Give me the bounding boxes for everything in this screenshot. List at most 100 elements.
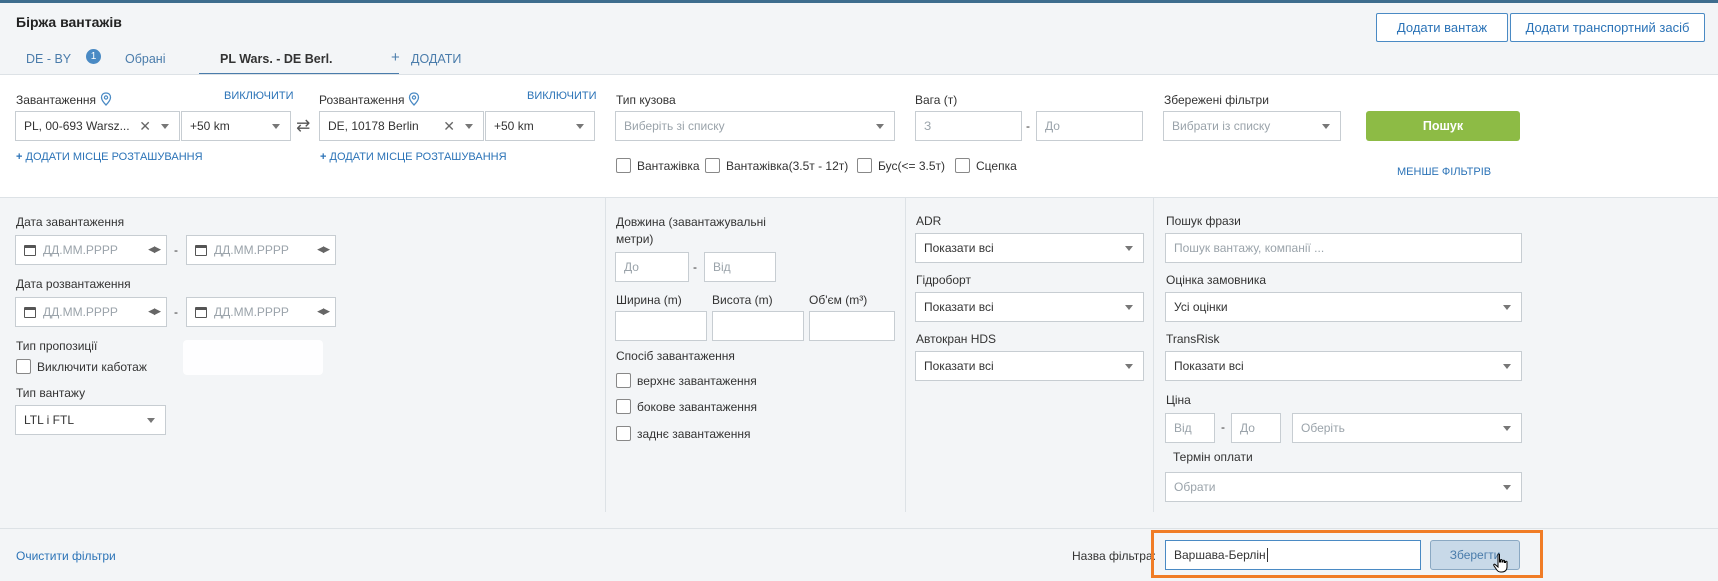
loading-radius-select[interactable]: +50 km <box>181 111 291 141</box>
body-type-truck-option[interactable]: Вантажівка <box>616 158 700 173</box>
unloading-date-to[interactable]: ДД.ММ.РРРР ◀▶ <box>186 297 336 327</box>
checkbox-label: Вантажівка(3.5т - 12т) <box>726 158 849 173</box>
body-type-coupling-option[interactable]: Сцепка <box>955 158 1017 173</box>
adr-value: Показати всі <box>924 241 994 255</box>
unloading-add-location-label: ДОДАТИ МІСЦЕ РОЗТАШУВАННЯ <box>329 151 507 163</box>
length-from-placeholder: До <box>624 260 639 274</box>
phrase-label: Пошук фрази <box>1166 214 1241 228</box>
exclude-cabotage-option[interactable]: Виключити каботаж <box>16 359 147 374</box>
stepper-arrows-icon[interactable]: ◀▶ <box>148 244 161 255</box>
checkbox-label: Виключити каботаж <box>37 359 147 374</box>
volume-input[interactable] <box>809 311 895 341</box>
loading-label: Завантаження <box>16 93 96 107</box>
checkbox[interactable] <box>616 426 631 441</box>
add-vehicle-button[interactable]: Додати транспортний засіб <box>1510 13 1705 42</box>
unloading-radius-select[interactable]: +50 km <box>485 111 595 141</box>
currency-select[interactable]: Оберіть <box>1292 413 1522 443</box>
chevron-down-icon <box>1125 364 1133 369</box>
chevron-down-icon <box>876 124 884 129</box>
side-loading-option[interactable]: бокове завантаження <box>616 399 757 414</box>
body-type-select[interactable]: Виберіть зі списку <box>615 111 895 141</box>
checkbox[interactable] <box>857 158 872 173</box>
price-from-input[interactable]: Від <box>1165 413 1215 443</box>
checkbox[interactable] <box>616 399 631 414</box>
date-placeholder: ДД.ММ.РРРР <box>43 305 118 319</box>
location-pin-icon <box>100 92 112 109</box>
unloading-location-field[interactable]: DE, 10178 Berlin ✕ <box>319 111 484 141</box>
length-to-input[interactable]: Від <box>704 252 776 282</box>
checkbox[interactable] <box>616 373 631 388</box>
height-input[interactable] <box>712 311 804 341</box>
unloading-add-location-link[interactable]: + ДОДАТИ МІСЦЕ РОЗТАШУВАННЯ <box>320 151 507 163</box>
checkbox[interactable] <box>616 158 631 173</box>
checkbox-label: верхнє завантаження <box>637 373 757 388</box>
width-input[interactable] <box>615 311 707 341</box>
column-divider <box>1153 198 1154 512</box>
phrase-search-input[interactable]: Пошук вантажу, компанії ... <box>1165 233 1522 263</box>
tail-lift-select[interactable]: Показати всі <box>915 292 1144 322</box>
transrisk-select[interactable]: Показати всі <box>1165 351 1522 381</box>
stepper-arrows-icon[interactable]: ◀▶ <box>317 244 330 255</box>
clear-icon[interactable]: ✕ <box>443 118 455 135</box>
swap-icon[interactable]: ⇄ <box>296 116 310 136</box>
unloading-date-from[interactable]: ДД.ММ.РРРР ◀▶ <box>15 297 167 327</box>
unloading-location-value: DE, 10178 Berlin <box>328 119 419 133</box>
chevron-down-icon <box>1503 305 1511 310</box>
date-placeholder: ДД.ММ.РРРР <box>214 243 289 257</box>
tab-pl-de[interactable]: PL Wars. - DE Berl. <box>220 52 333 66</box>
chevron-down-icon <box>1503 485 1511 490</box>
top-loading-option[interactable]: верхнє завантаження <box>616 373 757 388</box>
length-from-input[interactable]: До <box>615 252 689 282</box>
weight-from-placeholder: З <box>924 119 932 133</box>
plus-icon: + <box>320 151 327 163</box>
chevron-down-icon <box>272 124 280 129</box>
weight-to-input[interactable]: До <box>1036 111 1143 141</box>
weight-from-input[interactable]: З <box>915 111 1022 141</box>
unloading-label: Розвантаження <box>319 93 405 107</box>
tab-favorites[interactable]: Обрані <box>125 52 165 66</box>
search-button[interactable]: Пошук <box>1366 111 1520 141</box>
fewer-filters-link[interactable]: МЕНШЕ ФІЛЬТРІВ <box>1397 166 1491 178</box>
blurred-area <box>183 340 323 375</box>
rating-select[interactable]: Усі оцінки <box>1165 292 1522 322</box>
checkbox[interactable] <box>705 158 720 173</box>
date-placeholder: ДД.ММ.РРРР <box>43 243 118 257</box>
tab-de-by[interactable]: DE - BY <box>26 52 71 66</box>
chevron-down-icon <box>147 418 155 423</box>
unloading-exclude-link[interactable]: ВИКЛЮЧИТИ <box>527 90 596 102</box>
clear-filters-link[interactable]: Очистити фільтри <box>16 549 116 563</box>
loading-date-to[interactable]: ДД.ММ.РРРР ◀▶ <box>186 235 336 265</box>
crane-select[interactable]: Показати всі <box>915 351 1144 381</box>
cargo-type-select[interactable]: LTL і FTL <box>15 405 166 435</box>
payment-term-value: Обрати <box>1174 480 1216 494</box>
cargo-type-label: Тип вантажу <box>16 386 86 400</box>
price-to-input[interactable]: До <box>1231 413 1281 443</box>
add-cargo-button[interactable]: Додати вантаж <box>1376 13 1508 42</box>
cargo-type-value: LTL і FTL <box>24 413 75 427</box>
loading-method-label: Спосіб завантаження <box>616 349 735 363</box>
checkbox[interactable] <box>955 158 970 173</box>
payment-term-select[interactable]: Обрати <box>1165 472 1522 502</box>
plus-icon[interactable]: + <box>391 49 400 66</box>
chevron-down-icon <box>1125 246 1133 251</box>
range-dash: - <box>174 243 178 257</box>
loading-exclude-link[interactable]: ВИКЛЮЧИТИ <box>224 90 293 102</box>
clear-icon[interactable]: ✕ <box>139 118 151 135</box>
tail-lift-value: Показати всі <box>924 300 994 314</box>
loading-location-field[interactable]: PL, 00-693 Warsz... ✕ <box>15 111 180 141</box>
adr-select[interactable]: Показати всі <box>915 233 1144 263</box>
loading-date-from[interactable]: ДД.ММ.РРРР ◀▶ <box>15 235 167 265</box>
rating-label: Оцінка замовника <box>1166 273 1267 287</box>
crane-value: Показати всі <box>924 359 994 373</box>
body-type-truck-medium-option[interactable]: Вантажівка(3.5т - 12т) <box>705 158 848 173</box>
tab-add[interactable]: ДОДАТИ <box>411 52 461 66</box>
stepper-arrows-icon[interactable]: ◀▶ <box>148 306 161 317</box>
checkbox-label: Вантажівка <box>637 158 700 173</box>
stepper-arrows-icon[interactable]: ◀▶ <box>317 306 330 317</box>
rear-loading-option[interactable]: заднє завантаження <box>616 426 750 441</box>
loading-add-location-link[interactable]: + ДОДАТИ МІСЦЕ РОЗТАШУВАННЯ <box>16 151 203 163</box>
checkbox[interactable] <box>16 359 31 374</box>
body-type-van-option[interactable]: Бус(<= 3.5т) <box>857 158 945 173</box>
height-label: Висота (m) <box>712 293 773 307</box>
saved-filters-select[interactable]: Вибрати із списку <box>1163 111 1341 141</box>
